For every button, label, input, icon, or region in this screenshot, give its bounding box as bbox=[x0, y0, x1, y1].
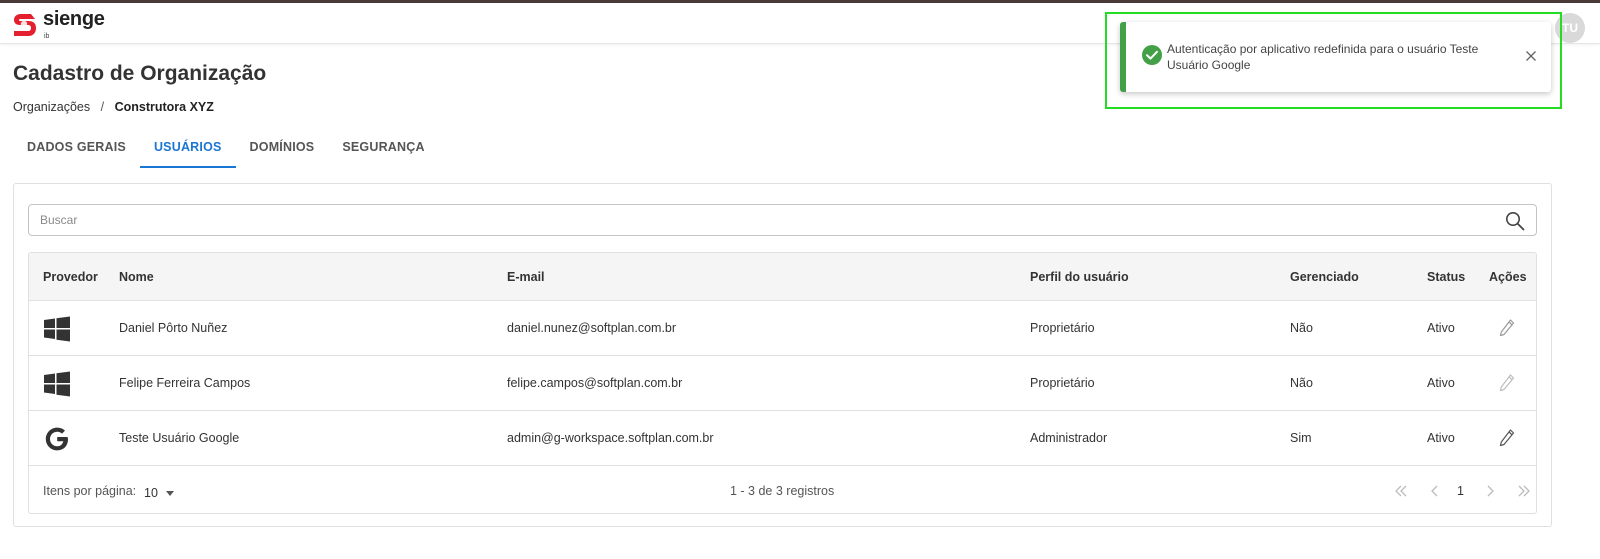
windows-icon bbox=[44, 371, 70, 397]
column-header-perfil[interactable]: Perfil do usuário bbox=[1030, 270, 1129, 284]
current-page-number[interactable]: 1 bbox=[1457, 484, 1464, 498]
column-header-email[interactable]: E-mail bbox=[507, 270, 545, 284]
cell-name: Felipe Ferreira Campos bbox=[119, 376, 251, 390]
toast-message: Autenticação por aplicativo redefinida p… bbox=[1167, 42, 1479, 72]
users-table: Provedor Nome E-mail Perfil do usuário G… bbox=[28, 252, 1537, 514]
edit-pencil-icon[interactable] bbox=[1498, 318, 1516, 338]
first-page-button[interactable] bbox=[1389, 481, 1413, 501]
cell-status: Ativo bbox=[1427, 321, 1455, 335]
previous-page-button[interactable] bbox=[1423, 481, 1447, 501]
table-row: Teste Usuário Google admin@g-workspace.s… bbox=[29, 411, 1536, 466]
tab-seguranca[interactable]: SEGURANÇA bbox=[328, 130, 438, 168]
cell-email: admin@g-workspace.softplan.com.br bbox=[507, 431, 714, 445]
records-range-text: 1 - 3 de 3 registros bbox=[730, 484, 835, 498]
check-circle-icon bbox=[1142, 45, 1162, 65]
search-icon[interactable] bbox=[1505, 211, 1525, 231]
breadcrumb-current: Construtora XYZ bbox=[114, 100, 214, 114]
last-page-button[interactable] bbox=[1512, 481, 1536, 501]
double-chevron-right-icon bbox=[1518, 485, 1530, 497]
google-icon bbox=[45, 427, 68, 451]
breadcrumb: Organizações / Construtora XYZ bbox=[13, 100, 214, 114]
table-row: Daniel Pôrto Nuñez daniel.nunez@softplan… bbox=[29, 301, 1536, 356]
caret-down-icon bbox=[165, 490, 174, 496]
edit-pencil-icon[interactable] bbox=[1498, 428, 1516, 448]
tab-bar: DADOS GERAIS USUÁRIOS DOMÍNIOS SEGURANÇA bbox=[13, 130, 439, 168]
page-title: Cadastro de Organização bbox=[13, 62, 267, 85]
edit-pencil-icon[interactable] bbox=[1498, 373, 1516, 393]
cell-managed: Não bbox=[1290, 321, 1313, 335]
users-card: Provedor Nome E-mail Perfil do usuário G… bbox=[13, 183, 1552, 527]
logo-text: sienge bbox=[43, 8, 105, 30]
chevron-right-icon bbox=[1487, 485, 1494, 497]
pagination-controls: 1 bbox=[1389, 481, 1536, 501]
column-header-gerenciado[interactable]: Gerenciado bbox=[1290, 270, 1359, 284]
column-header-nome[interactable]: Nome bbox=[119, 270, 154, 284]
chevron-left-icon bbox=[1431, 485, 1438, 497]
breadcrumb-separator: / bbox=[100, 100, 105, 114]
column-header-status[interactable]: Status bbox=[1427, 270, 1465, 284]
cell-name: Daniel Pôrto Nuñez bbox=[119, 321, 228, 335]
double-chevron-left-icon bbox=[1395, 485, 1407, 497]
tab-usuarios[interactable]: USUÁRIOS bbox=[139, 130, 236, 168]
success-toast: Autenticação por aplicativo redefinida p… bbox=[1120, 22, 1551, 92]
cell-profile: Administrador bbox=[1030, 431, 1108, 445]
cell-name: Teste Usuário Google bbox=[119, 431, 240, 445]
items-per-page-value: 10 bbox=[144, 486, 158, 500]
table-footer: Itens por página: 10 1 - 3 de 3 registro… bbox=[29, 467, 1536, 513]
column-header-provedor[interactable]: Provedor bbox=[43, 270, 98, 284]
items-per-page-label: Itens por página: bbox=[43, 484, 137, 498]
logo-subtext: ib bbox=[44, 33, 50, 40]
cell-email: felipe.campos@softplan.com.br bbox=[507, 376, 683, 390]
cell-status: Ativo bbox=[1427, 431, 1455, 445]
sienge-logo-icon bbox=[14, 14, 36, 36]
search-box bbox=[28, 204, 1537, 236]
user-avatar[interactable]: TU bbox=[1555, 13, 1585, 43]
cell-profile: Proprietário bbox=[1030, 321, 1095, 335]
cell-managed: Não bbox=[1290, 376, 1313, 390]
next-page-button[interactable] bbox=[1478, 481, 1502, 501]
tab-dominios[interactable]: DOMÍNIOS bbox=[236, 130, 329, 168]
tab-dados-gerais[interactable]: DADOS GERAIS bbox=[13, 130, 140, 168]
items-per-page-select[interactable]: 10 bbox=[144, 486, 174, 500]
search-input[interactable] bbox=[29, 205, 1489, 235]
column-header-acoes: Ações bbox=[1489, 270, 1527, 284]
cell-email: daniel.nunez@softplan.com.br bbox=[507, 321, 677, 335]
cell-profile: Proprietário bbox=[1030, 376, 1095, 390]
windows-icon bbox=[44, 316, 70, 342]
table-header: Provedor Nome E-mail Perfil do usuário G… bbox=[29, 253, 1536, 301]
table-row: Felipe Ferreira Campos felipe.campos@sof… bbox=[29, 356, 1536, 411]
cell-managed: Sim bbox=[1290, 431, 1312, 445]
close-icon[interactable] bbox=[1525, 50, 1537, 62]
breadcrumb-parent-link[interactable]: Organizações bbox=[13, 100, 90, 114]
app-logo[interactable]: sienge ib bbox=[9, 8, 105, 40]
cell-status: Ativo bbox=[1427, 376, 1455, 390]
